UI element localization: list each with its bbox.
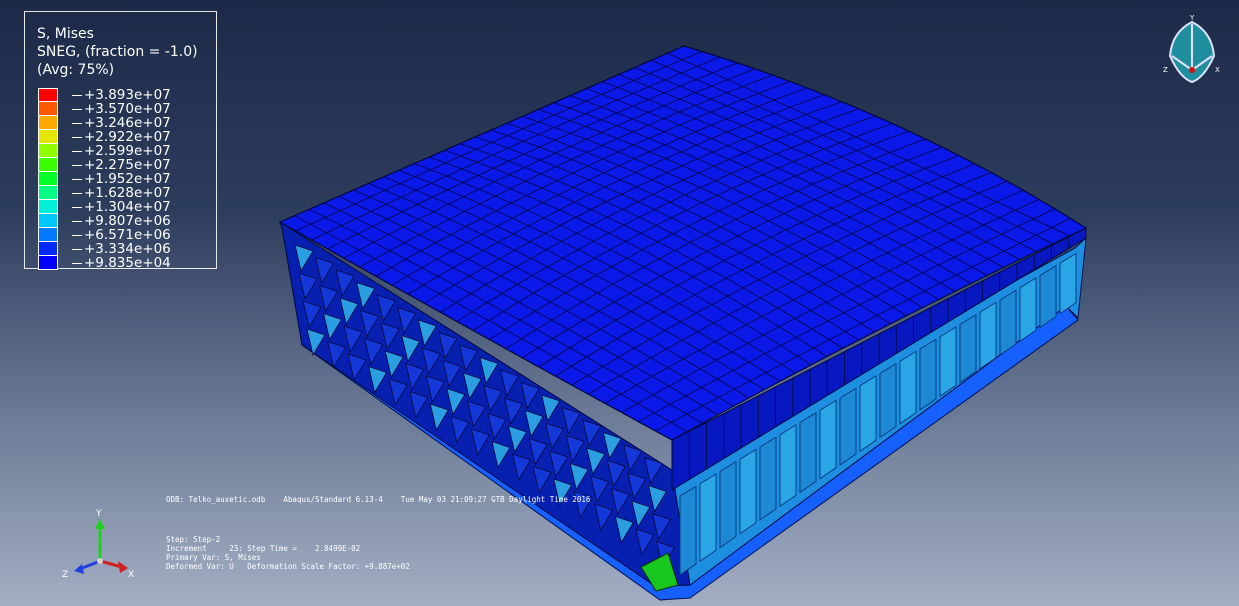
legend-band <box>38 186 58 200</box>
lattice-cell <box>1019 277 1037 343</box>
legend-band <box>38 242 58 256</box>
lattice-cell <box>839 387 857 466</box>
lattice-cell <box>779 424 797 508</box>
lattice-cell <box>899 350 917 425</box>
lattice-cell <box>939 326 957 398</box>
legend-tick <box>72 109 82 110</box>
view-y-label: Y <box>1189 14 1195 22</box>
lattice-cell <box>1059 252 1077 315</box>
legend-band <box>38 144 58 158</box>
lattice-cell <box>919 338 937 411</box>
increment-line: Increment 23: Step Time = 2.8499E-02 <box>166 544 361 553</box>
lattice-cell <box>959 313 977 384</box>
legend-band <box>38 256 58 270</box>
legend-band <box>38 228 58 242</box>
legend-tick <box>72 123 82 124</box>
legend-band <box>38 214 58 228</box>
lattice-cell <box>719 460 737 549</box>
lattice-cell <box>879 362 897 439</box>
legend-tick <box>72 137 82 138</box>
lattice-cell <box>739 448 757 535</box>
legend-subtitle: SNEG, (fraction = -1.0) <box>37 44 198 60</box>
legend-tick <box>72 263 82 264</box>
lattice-cell <box>1039 264 1057 329</box>
legend-tick <box>72 193 82 194</box>
legend-value: +9.807e+06 <box>84 213 171 229</box>
legend-tick <box>72 95 82 96</box>
lattice-cell <box>859 375 877 453</box>
legend-value: +6.571e+06 <box>84 227 171 243</box>
lattice-cell <box>999 289 1017 356</box>
legend-band <box>38 116 58 130</box>
triad-x-label: X <box>128 570 134 580</box>
odb-info-line: ODB: Telko_auxetic.odb Abaqus/Standard 6… <box>166 495 591 504</box>
legend-value: +1.304e+07 <box>84 199 171 215</box>
legend-tick <box>72 165 82 166</box>
legend-average: (Avg: 75%) <box>37 62 115 78</box>
deformed-mesh-model[interactable] <box>278 45 1088 601</box>
legend-band <box>38 200 58 214</box>
legend-tick <box>72 151 82 152</box>
legend-title: S, Mises <box>37 26 94 42</box>
legend-tick <box>72 249 82 250</box>
legend-value: +1.628e+07 <box>84 185 171 201</box>
coordinate-triad-icon: Y X Z <box>62 509 134 580</box>
primary-var-line: Primary Var: S, Mises <box>166 553 261 562</box>
lattice-cell <box>699 473 717 563</box>
legend-value: +9.835e+04 <box>84 255 171 271</box>
legend-value: +3.246e+07 <box>84 115 171 131</box>
lattice-cell <box>979 301 997 370</box>
legend-value: +1.952e+07 <box>84 171 171 187</box>
legend-tick <box>72 207 82 208</box>
legend-tick <box>72 221 82 222</box>
legend-value: +3.570e+07 <box>84 101 171 117</box>
step-line: Step: Step-2 <box>166 535 221 544</box>
view-orientation-icon[interactable]: Y X Z <box>1160 12 1224 86</box>
view-z-label: Z <box>1163 66 1168 74</box>
legend-tick <box>72 179 82 180</box>
legend-band <box>38 172 58 186</box>
legend-band <box>38 130 58 144</box>
legend-value: +2.275e+07 <box>84 157 171 173</box>
lattice-cell <box>819 399 837 480</box>
legend-band <box>38 102 58 116</box>
legend-value: +2.599e+07 <box>84 143 171 159</box>
lattice-cell <box>799 411 817 494</box>
triad-y-label: Y <box>95 509 102 519</box>
legend-tick <box>72 235 82 236</box>
legend-value: +2.922e+07 <box>84 129 171 145</box>
legend-value: +3.893e+07 <box>84 87 171 103</box>
contour-legend: S, Mises SNEG, (fraction = -1.0) (Avg: 7… <box>24 11 217 271</box>
lattice-cell <box>679 485 697 576</box>
legend-band <box>38 88 58 102</box>
lattice-cell <box>759 436 777 521</box>
legend-value: +3.334e+06 <box>84 241 171 257</box>
triad-z-label: Z <box>62 570 68 580</box>
view-x-label: X <box>1215 66 1220 74</box>
deformed-var-line: Deformed Var: U Deformation Scale Factor… <box>166 562 410 571</box>
legend-band <box>38 158 58 172</box>
